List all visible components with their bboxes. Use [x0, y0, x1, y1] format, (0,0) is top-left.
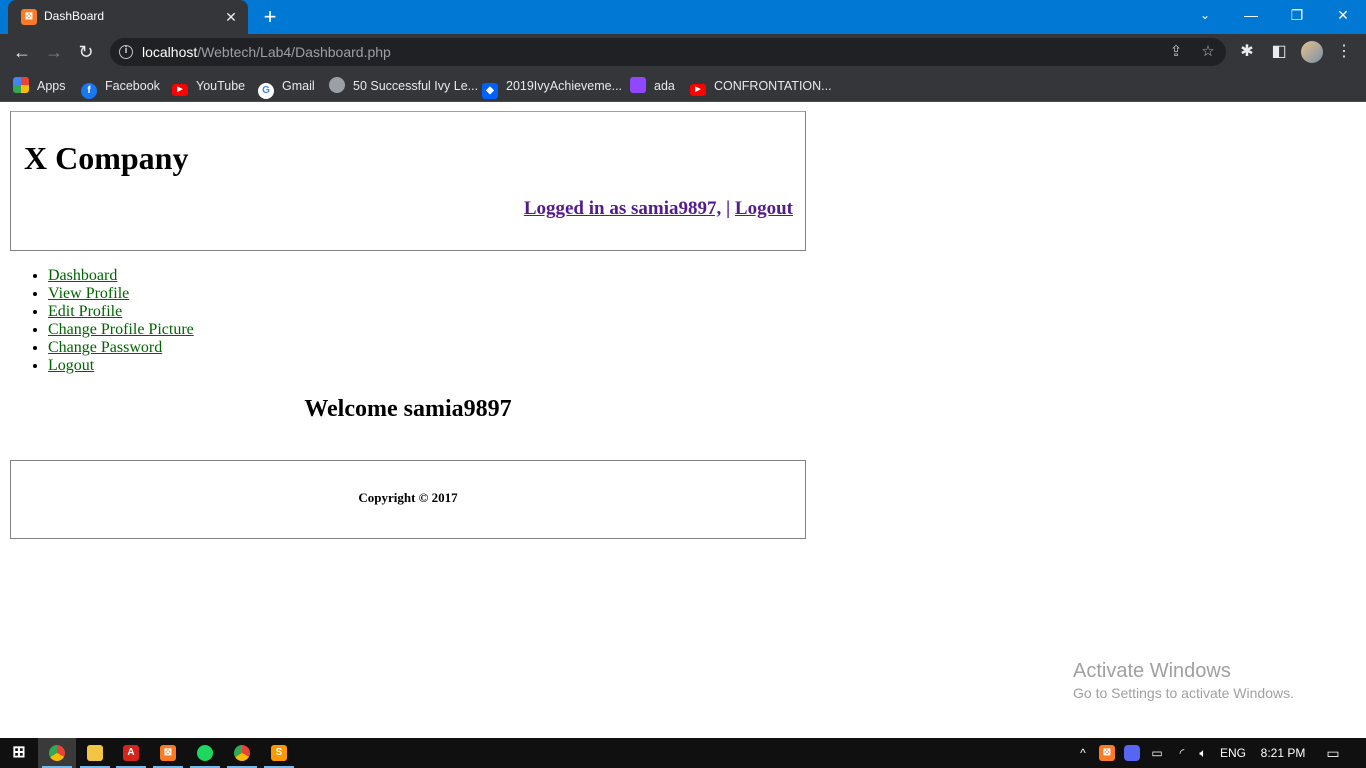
browser-toolbar: ← → ↻ i localhost/Webtech/Lab4/Dashboard…	[0, 34, 1366, 70]
bookmark-gmail[interactable]: G Gmail	[258, 76, 315, 99]
side-panel-icon[interactable]: ◧	[1268, 41, 1290, 63]
share-icon[interactable]: ⇪	[1166, 42, 1186, 62]
sublime-text-icon: S	[271, 745, 287, 761]
reload-icon[interactable]: ↻	[74, 40, 98, 64]
bookmarks-bar: Apps f Facebook ▶ YouTube G Gmail 50 Succes…	[0, 70, 1366, 102]
show-hidden-icons-chevron-icon[interactable]: ^	[1075, 745, 1091, 761]
menu-item: Dashboard	[48, 267, 194, 285]
folder-icon	[87, 745, 103, 761]
restore-button[interactable]: ❐	[1274, 0, 1320, 30]
notifications-icon[interactable]: ▭	[1324, 745, 1342, 761]
menu-link-view-profile[interactable]: View Profile	[48, 285, 129, 302]
clock[interactable]: 8:21 PM	[1257, 745, 1309, 761]
windows-logo-icon: ⊞	[12, 744, 26, 761]
menu-link-logout[interactable]: Logout	[48, 357, 94, 374]
menu-item: Logout	[48, 357, 194, 375]
dropbox-icon: ◆	[482, 83, 498, 99]
minimize-button[interactable]: —	[1228, 0, 1274, 30]
bookmark-ivy-league[interactable]: 50 Successful Ivy Le...	[329, 76, 478, 96]
taskbar-sublime[interactable]: S	[260, 738, 298, 768]
bookmark-apps[interactable]: Apps	[13, 76, 66, 96]
bookmark-star-icon[interactable]: ☆	[1198, 42, 1218, 62]
close-window-button[interactable]: ✕	[1320, 0, 1366, 30]
browser-titlebar: ⊠ DashBoard ✕ + ⌄ — ❐ ✕	[0, 0, 1366, 34]
watermark-title: Activate Windows	[1073, 660, 1231, 682]
menu-link-edit-profile[interactable]: Edit Profile	[48, 303, 122, 320]
menu-link-dashboard[interactable]: Dashboard	[48, 267, 117, 284]
welcome-heading: Welcome samia9897	[304, 396, 512, 422]
web-page: X Company Logged in as samia9897, | Logo…	[0, 103, 1366, 738]
menu-item: Change Password	[48, 339, 194, 357]
youtube-icon: ▶	[690, 84, 706, 96]
taskbar-chrome-active[interactable]	[38, 738, 76, 768]
taskbar-xampp[interactable]: ⊠	[149, 738, 187, 768]
xampp-icon: ⊠	[160, 745, 176, 761]
header-logout-link[interactable]: Logout	[735, 198, 793, 219]
apps-grid-icon	[13, 77, 29, 93]
login-status: Logged in as samia9897, | Logout	[524, 198, 793, 220]
browser-tab[interactable]: ⊠ DashBoard ✕	[8, 0, 248, 34]
taskbar: ⊞ A ⊠ S ^ ⊠ ▭ ◜ 🔈︎ ENG 8:21 PM ▭	[0, 738, 1366, 768]
watermark-subtitle: Go to Settings to activate Windows.	[1073, 685, 1294, 701]
globe-icon	[329, 77, 345, 93]
bookmark-facebook[interactable]: f Facebook	[81, 76, 160, 99]
url-text[interactable]: localhost/Webtech/Lab4/Dashboard.php	[142, 44, 391, 60]
bookmark-youtube[interactable]: ▶ YouTube	[172, 76, 245, 96]
taskbar-explorer[interactable]	[76, 738, 114, 768]
extensions-puzzle-icon[interactable]: ✱	[1236, 41, 1258, 63]
back-arrow-icon[interactable]: ←	[10, 40, 34, 64]
separator: |	[725, 198, 731, 219]
info-icon[interactable]: i	[119, 45, 133, 59]
facebook-icon: f	[81, 83, 97, 99]
google-icon: G	[258, 83, 274, 99]
bookmark-ada[interactable]: ada	[630, 76, 675, 96]
nav-menu: Dashboard View Profile Edit Profile Chan…	[48, 267, 194, 375]
bookmark-ivy-achievement[interactable]: ◆ 2019IvyAchieveme...	[482, 76, 622, 99]
menu-link-change-picture[interactable]: Change Profile Picture	[48, 321, 194, 338]
address-bar[interactable]: i localhost/Webtech/Lab4/Dashboard.php ⇪…	[110, 38, 1226, 66]
menu-kebab-icon[interactable]: ⋮	[1333, 41, 1355, 63]
menu-item: Edit Profile	[48, 303, 194, 321]
header-box: X Company Logged in as samia9897, | Logo…	[10, 111, 806, 251]
xampp-tray-icon[interactable]: ⊠	[1099, 745, 1115, 761]
chrome-icon	[49, 745, 65, 761]
new-tab-button[interactable]: +	[258, 5, 282, 29]
bookmark-confrontation[interactable]: ▶ CONFRONTATION...	[690, 76, 832, 96]
forward-arrow-icon[interactable]: →	[42, 40, 66, 64]
copyright-text: Copyright © 2017	[358, 490, 458, 505]
menu-link-change-password[interactable]: Change Password	[48, 339, 162, 356]
twitch-icon	[630, 77, 646, 93]
activate-windows-watermark: Activate Windows Go to Settings to activ…	[1073, 660, 1294, 701]
language-indicator[interactable]: ENG	[1219, 745, 1247, 761]
footer-box: Copyright © 2017	[10, 460, 806, 539]
wifi-icon[interactable]: ◜	[1173, 745, 1191, 761]
taskbar-chrome[interactable]	[223, 738, 261, 768]
tab-title: DashBoard	[44, 9, 105, 23]
discord-icon[interactable]	[1124, 745, 1140, 761]
logged-in-link[interactable]: Logged in as samia9897,	[524, 198, 721, 219]
start-button[interactable]: ⊞	[0, 738, 38, 768]
menu-item: View Profile	[48, 285, 194, 303]
profile-avatar[interactable]	[1301, 41, 1323, 63]
chrome-icon	[234, 745, 250, 761]
taskbar-acrobat[interactable]: A	[112, 738, 150, 768]
battery-icon[interactable]: ▭	[1148, 745, 1166, 761]
xampp-favicon-icon: ⊠	[21, 9, 37, 25]
volume-icon[interactable]: 🔈︎	[1194, 745, 1212, 761]
tab-search-icon[interactable]: ⌄	[1182, 0, 1228, 30]
menu-item: Change Profile Picture	[48, 321, 194, 339]
company-title: X Company	[24, 140, 189, 176]
acrobat-icon: A	[123, 745, 139, 761]
youtube-icon: ▶	[172, 84, 188, 96]
close-tab-icon[interactable]: ✕	[222, 8, 240, 26]
spotify-icon	[197, 745, 213, 761]
taskbar-spotify[interactable]	[186, 738, 224, 768]
